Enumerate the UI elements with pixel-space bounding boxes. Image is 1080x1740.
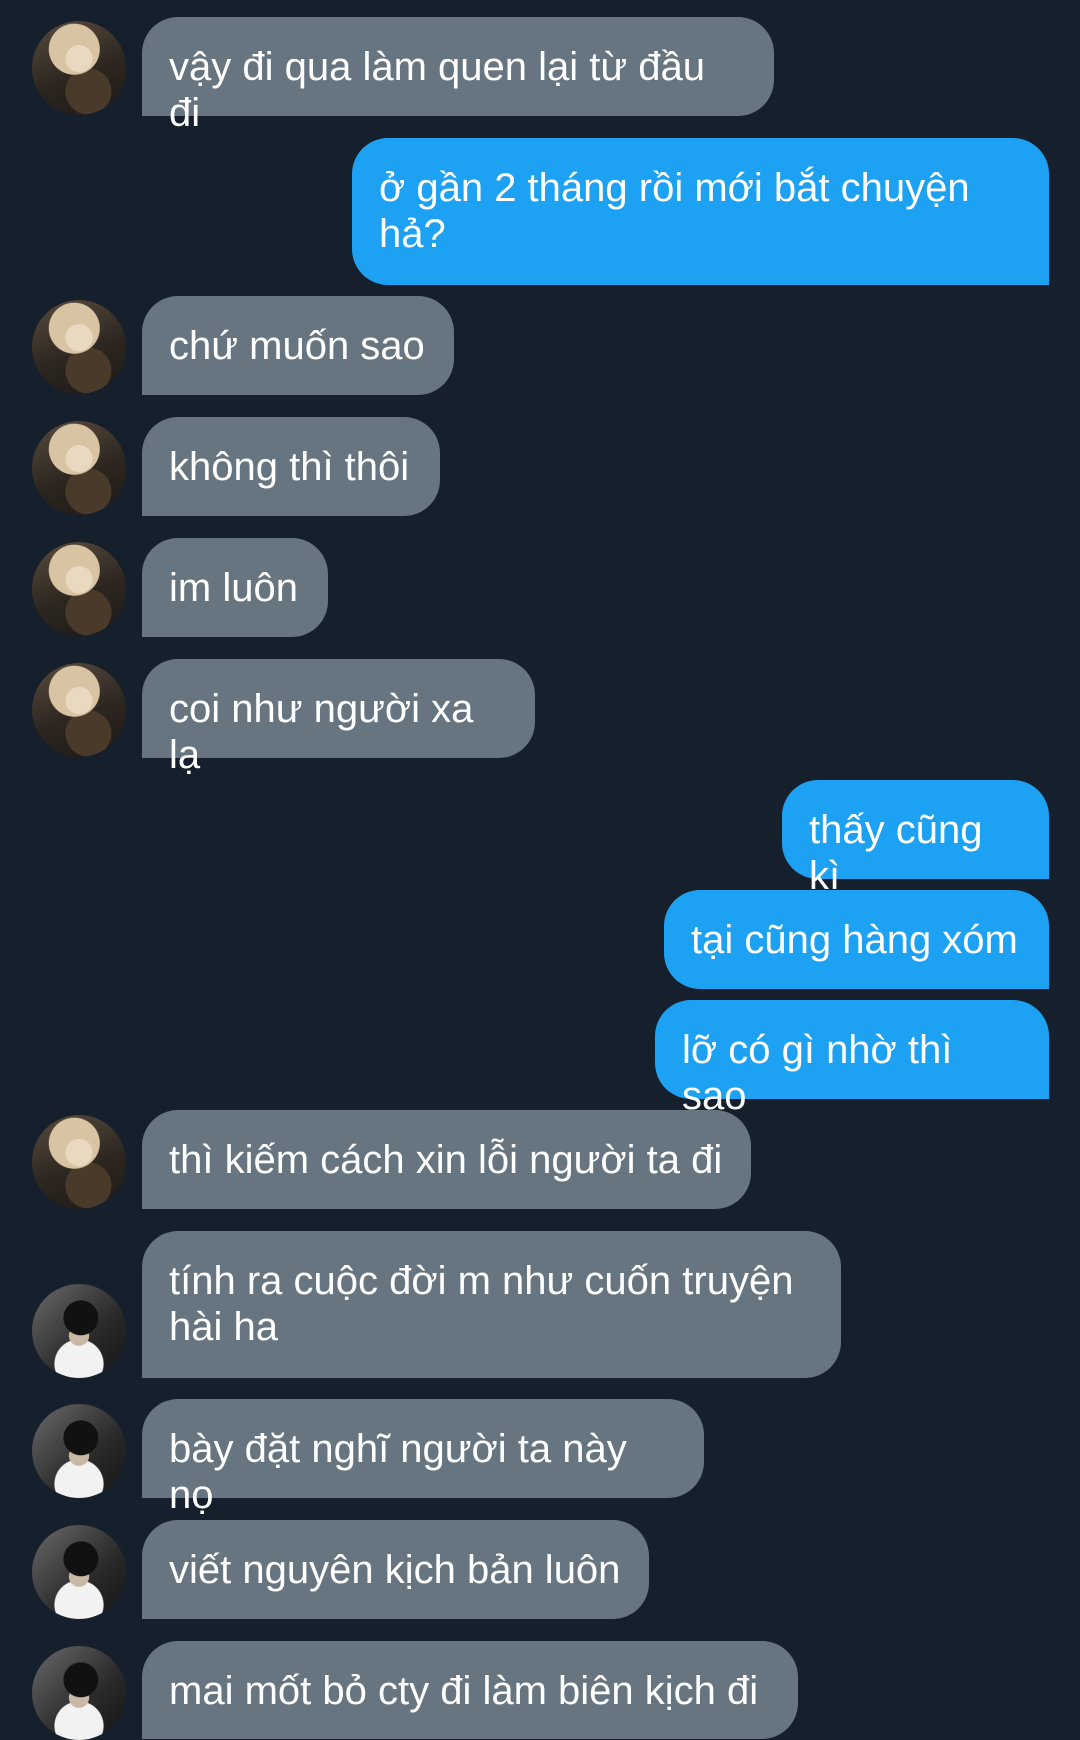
chat-thread[interactable]: vậy đi qua làm quen lại từ đầu đi ở gần … [0, 0, 1080, 1740]
avatar[interactable] [32, 542, 126, 636]
message-bubble-incoming[interactable]: thì kiếm cách xin lỗi người ta đi [142, 1110, 751, 1209]
message-bubble-outgoing[interactable]: ở gần 2 tháng rồi mới bắt chuyện hả? [352, 138, 1049, 285]
message-bubble-incoming[interactable]: vậy đi qua làm quen lại từ đầu đi [142, 17, 774, 135]
avatar[interactable] [32, 1115, 126, 1209]
avatar[interactable] [32, 421, 126, 515]
avatar[interactable] [32, 300, 126, 394]
avatar[interactable] [32, 663, 126, 757]
message-bubble-incoming[interactable]: im luôn [142, 538, 328, 637]
avatar[interactable] [32, 1284, 126, 1378]
message-bubble-incoming[interactable]: bày đặt nghĩ người ta này nọ [142, 1399, 704, 1517]
message-bubble-incoming[interactable]: tính ra cuộc đời m như cuốn truyện hài h… [142, 1231, 841, 1378]
message-bubble-outgoing[interactable]: thấy cũng kì [782, 780, 1049, 898]
avatar[interactable] [32, 21, 126, 115]
avatar[interactable] [32, 1646, 126, 1740]
message-bubble-incoming[interactable]: không thì thôi [142, 417, 440, 516]
message-bubble-incoming[interactable]: mai mốt bỏ cty đi làm biên kịch đi [142, 1641, 798, 1739]
message-bubble-incoming[interactable]: chứ muốn sao [142, 296, 454, 395]
message-bubble-incoming[interactable]: coi như người xa lạ [142, 659, 535, 777]
avatar[interactable] [32, 1404, 126, 1498]
message-bubble-incoming[interactable]: viết nguyên kịch bản luôn [142, 1520, 649, 1619]
message-bubble-outgoing[interactable]: tại cũng hàng xóm [664, 890, 1049, 989]
avatar[interactable] [32, 1525, 126, 1619]
message-bubble-outgoing[interactable]: lỡ có gì nhờ thì sao [655, 1000, 1049, 1118]
